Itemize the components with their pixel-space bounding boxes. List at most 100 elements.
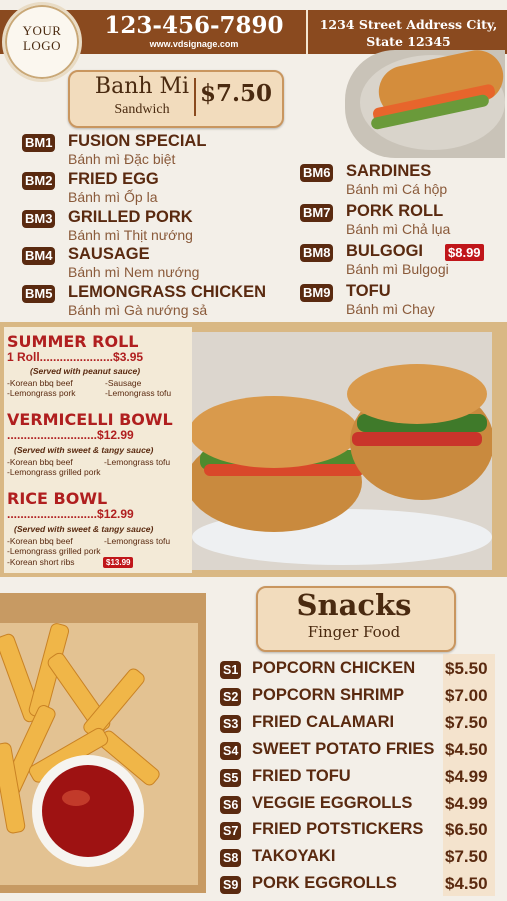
item-price: $6.50 [445,820,488,839]
item-code: BM2 [22,172,56,190]
item-vn-name: Bánh mì Bulgogi [346,261,449,277]
logo-text: YOUR LOGO [5,23,79,53]
item-price: $4.99 [445,794,488,813]
option: -Lemongrass grilled pork [7,546,101,556]
address: 1234 Street Address City, State 12345 [310,16,507,50]
logo-line1: YOUR [22,23,62,38]
vermicelli-title: VERMICELLI BOWL [7,410,173,429]
price-badge: $8.99 [445,244,484,261]
item-name: PORK ROLL [346,202,444,220]
item-name: PORK EGGROLLS [252,874,397,892]
item-code: BM3 [22,210,56,228]
summer-roll-price-line: 1 Roll......................$3.95 [7,350,144,364]
banh-mi-item: BM7 PORK ROLL Bánh mì Chả lụa [300,202,500,238]
header-divider [306,10,308,54]
item-vn-name: Bánh mì Ốp la [68,189,158,205]
snack-item: S2 POPCORN SHRIMP $7.00 [220,686,500,708]
option: -Korean bbq beef [7,457,73,467]
item-name: SWEET POTATO FRIES [252,740,435,758]
banh-mi-item: BM2 FRIED EGG Bánh mì Ốp la [22,170,292,206]
item-vn-name: Bánh mì Đặc biệt [68,151,176,167]
banh-mi-photo [192,332,492,570]
banh-mi-item: BM4 SAUSAGE Bánh mì Nem nướng [22,245,292,281]
fries-image [0,593,206,893]
item-code: BM1 [22,134,56,152]
snack-item: S7 FRIED POTSTICKERS $6.50 [220,820,500,842]
option: -Korean short ribs [7,557,75,567]
rice-bowl-note: (Served with sweet & tangy sauce) [14,524,154,534]
banh-mi-item: BM1 FUSION SPECIAL Bánh mì Đặc biệt [22,132,292,168]
website: www.vdsignage.com [149,39,239,49]
item-price: $7.50 [445,847,488,866]
banh-mi-item: BM5 LEMONGRASS CHICKEN Bánh mì Gà nướng … [22,283,292,319]
snack-item: S9 PORK EGGROLLS $4.50 [220,874,500,896]
item-price: $5.50 [445,659,488,678]
snack-item: S5 FRIED TOFU $4.99 [220,767,500,789]
item-code: S3 [220,715,242,733]
snack-item: S3 FRIED CALAMARI $7.50 [220,713,500,735]
banh-mi-title: Banh Mi [94,74,190,99]
address-line2: State 12345 [366,34,451,49]
item-code: BM7 [300,204,334,222]
item-code: S2 [220,688,242,706]
item-code: BM4 [22,247,56,265]
banh-mi-item: BM6 SARDINES Bánh mì Cá hộp [300,162,500,198]
item-name: LEMONGRASS CHICKEN [68,283,267,301]
item-vn-name: Bánh mì Thịt nướng [68,227,193,243]
logo: YOUR LOGO [2,2,82,82]
rice-bowl-title: RICE BOWL [7,489,108,508]
logo-line2: LOGO [22,38,62,53]
item-vn-name: Bánh mì Cá hộp [346,181,448,197]
item-name: TOFU [346,282,391,300]
item-code: BM8 [300,244,334,262]
item-price: $7.00 [445,686,488,705]
address-line1: 1234 Street Address City, [319,17,498,32]
item-name: SARDINES [346,162,432,180]
banh-mi-subtitle: Sandwich [114,102,170,117]
snacks-subtitle: Finger Food [307,623,401,641]
item-code: S7 [220,822,242,840]
option: -Lemongrass grilled pork [7,467,101,477]
item-vn-name: Bánh mì Nem nướng [68,264,200,280]
item-code: S1 [220,661,242,679]
item-price: $4.50 [445,740,488,759]
snack-item: S6 VEGGIE EGGROLLS $4.99 [220,794,500,816]
rice-bowl-badge: $13.99 [103,557,134,568]
item-name: VEGGIE EGGROLLS [252,794,413,812]
sandwich-photo-illustration [192,332,492,570]
item-name: FRIED EGG [68,170,159,188]
item-name: BULGOGI [346,242,423,260]
item-name: FRIED TOFU [252,767,351,785]
snack-item: S1 POPCORN CHICKEN $5.50 [220,659,500,681]
item-code: BM9 [300,284,334,302]
option: -Lemongrass pork [7,388,76,398]
snack-item: S8 TAKOYAKI $7.50 [220,847,500,869]
item-name: POPCORN SHRIMP [252,686,405,704]
option: -Korean bbq beef [7,378,73,388]
item-name: SAUSAGE [68,245,150,263]
vermicelli-note: (Served with sweet & tangy sauce) [14,445,154,455]
item-name: FUSION SPECIAL [68,132,207,150]
item-name: FRIED POTSTICKERS [252,820,424,838]
banh-mi-price: $7.50 [199,80,273,107]
item-code: S4 [220,742,242,760]
item-name: GRILLED PORK [68,208,193,226]
option: -Lemongrass tofu [104,457,171,467]
fries-illustration [0,593,206,893]
vermicelli-price-line: ...........................$12.99 [7,428,134,442]
rice-bowl-price-line: ...........................$12.99 [7,507,134,521]
item-code: S9 [220,876,242,894]
item-price: $7.50 [445,713,488,732]
phone-number: 123-456-7890 [104,12,284,39]
item-vn-name: Bánh mì Gà nướng sả [68,302,208,318]
item-code: BM5 [22,285,56,303]
option: -Korean bbq beef [7,536,73,546]
snacks-title: Snacks [296,588,412,622]
item-name: FRIED CALAMARI [252,713,395,731]
option: -Lemongrass tofu [105,388,172,398]
item-price: $4.50 [445,874,488,893]
item-name: POPCORN CHICKEN [252,659,416,677]
banh-mi-item: BM8 BULGOGI $8.99 Bánh mì Bulgogi [300,242,500,278]
snack-item: S4 SWEET POTATO FRIES $4.50 [220,740,500,762]
item-code: S8 [220,849,242,867]
